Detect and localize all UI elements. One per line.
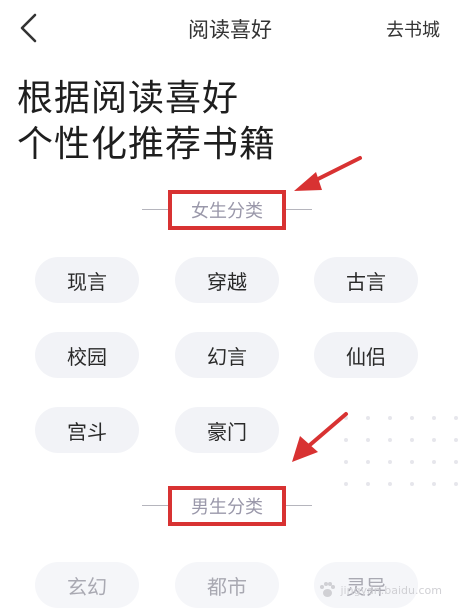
go-bookstore-link[interactable]: 去书城 [386,16,440,42]
divider-line [286,209,312,210]
headline-line-1: 根据阅读喜好 [17,78,240,119]
chip-female-7[interactable]: 豪门 [175,407,279,453]
male-category-title: 男生分类 [168,486,286,526]
chip-female-1[interactable]: 穿越 [175,257,279,303]
divider-line [286,505,312,506]
chip-female-2[interactable]: 古言 [314,257,418,303]
chip-female-6[interactable]: 宫斗 [35,407,139,453]
chip-female-4[interactable]: 幻言 [175,332,279,378]
paw-icon [320,582,336,597]
nav-bar: 阅读喜好 去书城 [0,0,460,58]
female-category-title: 女生分类 [168,190,286,230]
watermark: jingyan.baidu.com [318,576,442,604]
chip-female-3[interactable]: 校园 [35,332,139,378]
chip-male-0[interactable]: 玄幻 [35,562,139,608]
watermark-url: jingyan.baidu.com [340,583,442,597]
divider-line [142,209,168,210]
headline-line-2: 个性化推荐书籍 [17,124,277,165]
male-category-header: 男生分类 [0,486,460,526]
chip-female-0[interactable]: 现言 [35,257,139,303]
divider-line [142,505,168,506]
chip-male-1[interactable]: 都市 [175,562,279,608]
female-category-header: 女生分类 [0,190,460,230]
chip-female-5[interactable]: 仙侣 [314,332,418,378]
headline: 根据阅读喜好 个性化推荐书籍 [17,76,276,168]
